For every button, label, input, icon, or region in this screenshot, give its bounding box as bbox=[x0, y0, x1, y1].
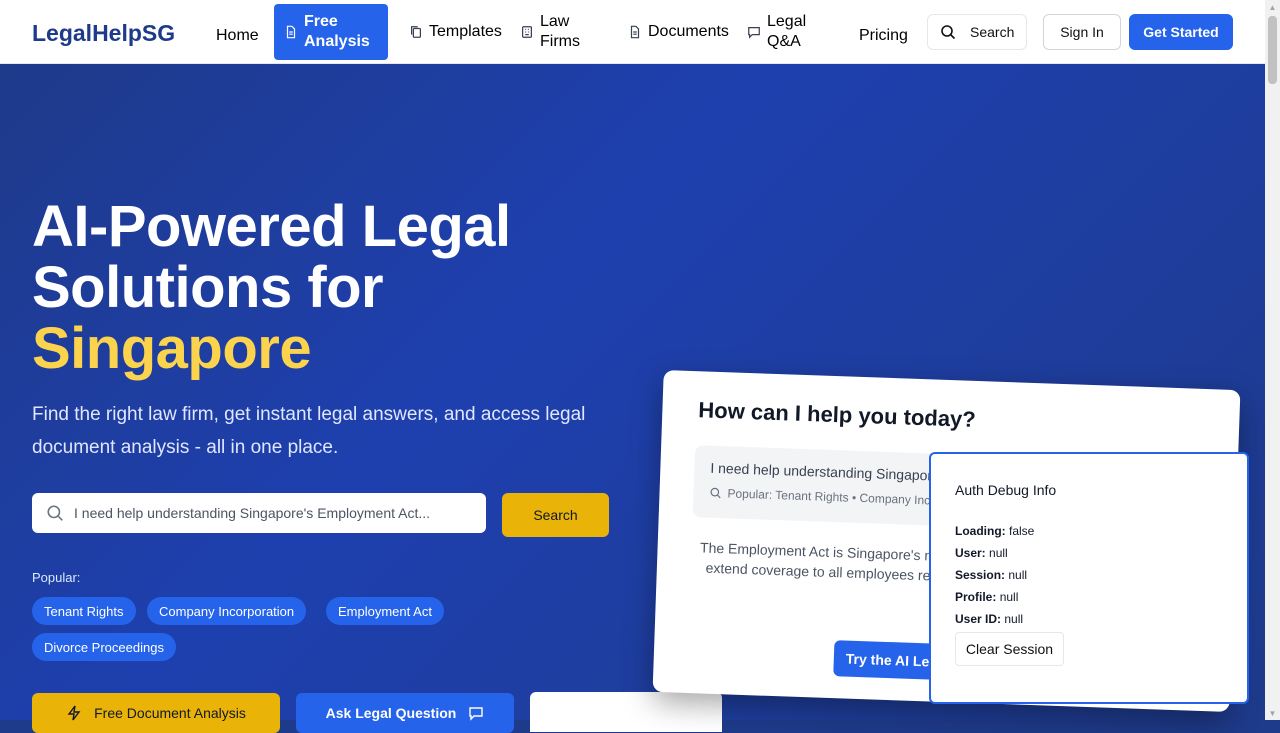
nav-law-firms-label-2: Firms bbox=[540, 33, 580, 50]
message-square-icon bbox=[469, 707, 484, 721]
page-scrollbar[interactable]: ▲ ▼ bbox=[1265, 0, 1280, 720]
brand-logo[interactable]: LegalHelpSG bbox=[32, 20, 175, 47]
hero-headline: AI-Powered Legal Solutions for Singapore bbox=[32, 196, 511, 379]
debug-user-row: User: null bbox=[955, 546, 1223, 560]
card-popular-text: Popular: Tenant Rights • Company Inco bbox=[727, 486, 938, 508]
debug-title: Auth Debug Info bbox=[955, 482, 1057, 498]
auth-debug-panel: Auth Debug Info Loading: false User: nul… bbox=[929, 452, 1249, 704]
nav-law-firms-label-1: Law bbox=[540, 13, 570, 30]
document-icon bbox=[286, 25, 296, 39]
hero-subtitle: Find the right law firm, get instant leg… bbox=[32, 404, 586, 458]
nav-home-label: Home bbox=[216, 27, 259, 44]
cta-secondary-label: Ask Legal Question bbox=[325, 705, 457, 721]
headline-line-2: Solutions for bbox=[32, 255, 384, 320]
free-document-analysis-button[interactable]: Free Document Analysis bbox=[32, 693, 280, 733]
debug-profile-row: Profile: null bbox=[955, 590, 1223, 604]
nav-home[interactable]: Home bbox=[216, 26, 259, 46]
hero-search-placeholder: I need help understanding Singapore's Em… bbox=[74, 505, 431, 521]
nav-free-analysis-label-2: Analysis bbox=[304, 33, 370, 50]
nav-templates[interactable]: Templates bbox=[409, 22, 502, 42]
top-navigation-bar: LegalHelpSG Home Free Analysis Templates… bbox=[0, 0, 1265, 64]
copy-icon bbox=[411, 26, 421, 38]
ask-legal-question-button[interactable]: Ask Legal Question bbox=[296, 693, 514, 733]
message-square-icon bbox=[748, 27, 760, 39]
scroll-down-arrow-icon[interactable]: ▼ bbox=[1265, 706, 1280, 720]
debug-user-value: null bbox=[989, 546, 1008, 560]
nav-pricing-label: Pricing bbox=[859, 27, 908, 44]
file-text-icon bbox=[630, 25, 640, 39]
search-icon bbox=[47, 505, 63, 521]
hero-search-button[interactable]: Search bbox=[502, 493, 609, 537]
partial-card bbox=[530, 692, 722, 732]
debug-loading-value: false bbox=[1009, 524, 1035, 538]
cta-primary-label: Free Document Analysis bbox=[94, 705, 246, 721]
debug-session-value: null bbox=[1008, 568, 1028, 582]
scrollbar-thumb[interactable] bbox=[1268, 16, 1277, 84]
search-icon bbox=[941, 25, 956, 40]
popular-label: Popular: bbox=[32, 570, 81, 585]
chip-company-incorporation[interactable]: Company Incorporation bbox=[147, 597, 307, 625]
debug-user-label: User: bbox=[955, 546, 986, 560]
scroll-up-arrow-icon[interactable]: ▲ bbox=[1265, 0, 1280, 14]
headline-line-1: AI-Powered Legal bbox=[32, 194, 511, 259]
debug-loading-row: Loading: false bbox=[955, 524, 1223, 538]
nav-law-firms[interactable]: Law Firms bbox=[520, 12, 580, 52]
debug-profile-label: Profile: bbox=[955, 590, 997, 604]
nav-legal-qa-label-1: Legal bbox=[767, 13, 807, 30]
building-icon bbox=[522, 26, 532, 38]
header-search-label: Search bbox=[970, 24, 1015, 40]
headline-accent: Singapore bbox=[32, 316, 312, 381]
card-title: How can I help you today? bbox=[697, 397, 977, 432]
hero-search-input[interactable]: I need help understanding Singapore's Em… bbox=[32, 493, 486, 533]
clear-session-button[interactable]: Clear Session bbox=[955, 632, 1064, 666]
debug-userid-label: User ID: bbox=[955, 612, 1002, 626]
nav-legal-qa[interactable]: Legal Q&A bbox=[747, 12, 806, 52]
debug-session-row: Session: null bbox=[955, 568, 1223, 582]
debug-profile-value: null bbox=[999, 590, 1019, 604]
debug-userid-value: null bbox=[1004, 612, 1024, 626]
chip-tenant-rights[interactable]: Tenant Rights bbox=[32, 597, 136, 625]
debug-userid-row: User ID: null bbox=[955, 612, 1223, 626]
nav-free-analysis-label-1: Free bbox=[304, 13, 338, 30]
sign-in-button[interactable]: Sign In bbox=[1043, 14, 1121, 50]
debug-loading-label: Loading: bbox=[955, 524, 1006, 538]
nav-documents[interactable]: Documents bbox=[628, 22, 729, 42]
nav-templates-label: Templates bbox=[429, 23, 502, 40]
nav-free-analysis[interactable]: Free Analysis bbox=[274, 4, 388, 60]
zap-icon bbox=[67, 705, 81, 721]
chip-employment-act[interactable]: Employment Act bbox=[326, 597, 444, 625]
nav-documents-label: Documents bbox=[648, 23, 729, 40]
nav-legal-qa-label-2: Q&A bbox=[767, 33, 801, 50]
get-started-button[interactable]: Get Started bbox=[1129, 14, 1233, 50]
search-icon bbox=[710, 487, 721, 499]
nav-pricing[interactable]: Pricing bbox=[859, 26, 908, 46]
chip-divorce-proceedings[interactable]: Divorce Proceedings bbox=[32, 633, 176, 661]
header-search-button[interactable]: Search bbox=[927, 14, 1027, 50]
debug-session-label: Session: bbox=[955, 568, 1006, 582]
